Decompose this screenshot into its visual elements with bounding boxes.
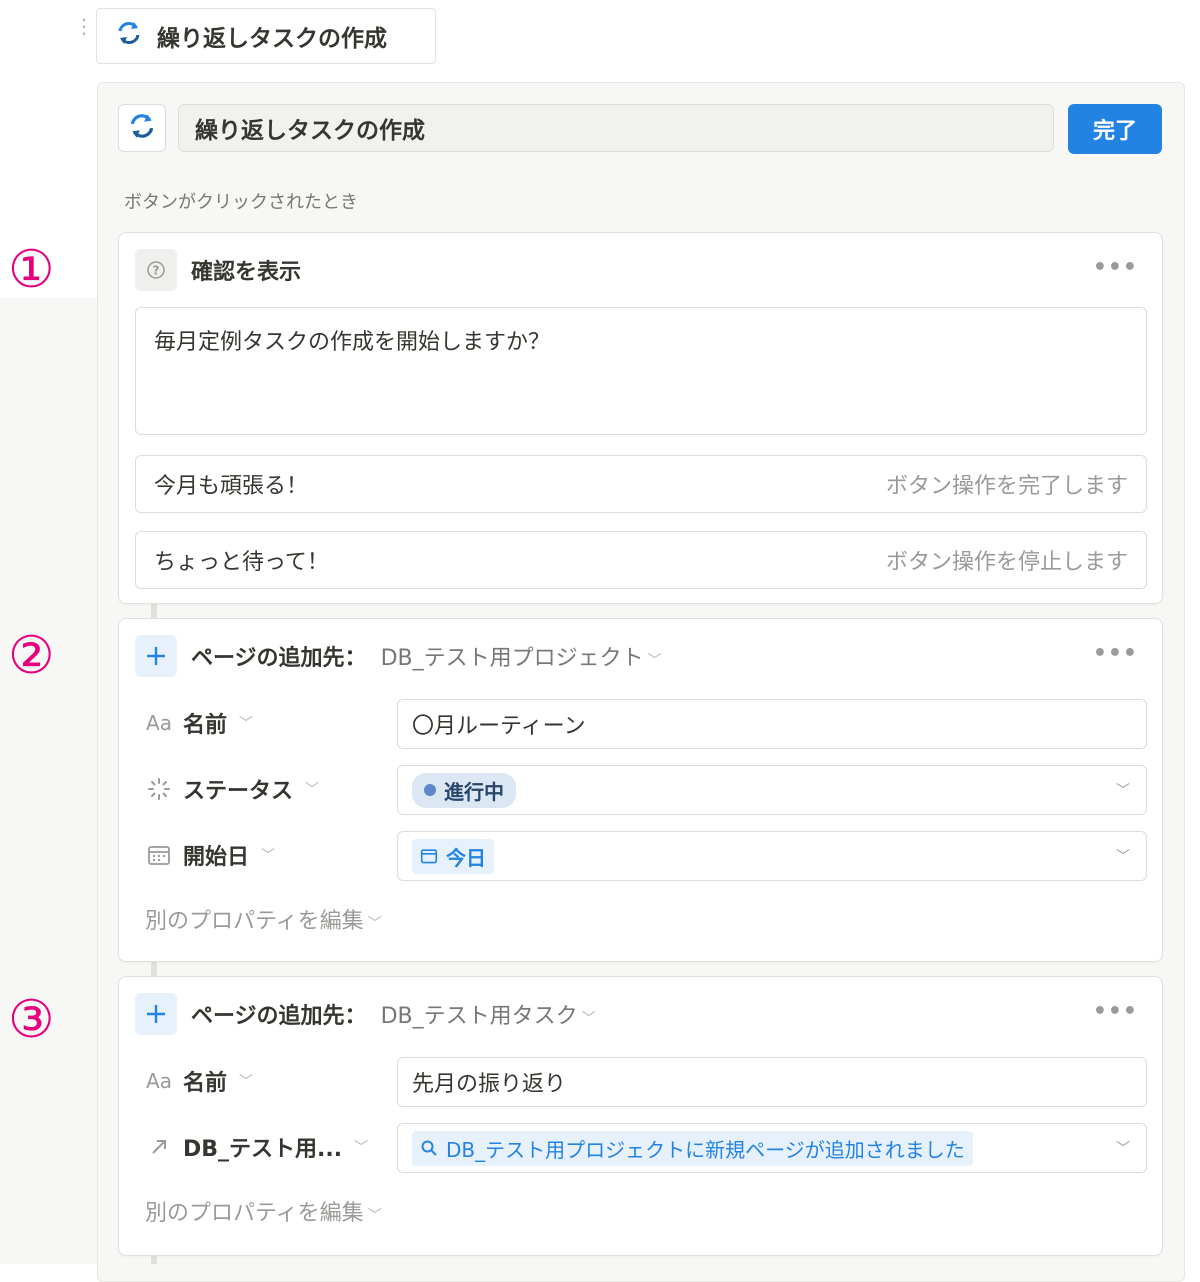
step-connector <box>151 960 157 976</box>
option-hint: ボタン操作を停止します <box>885 550 1128 575</box>
property-label: DB_テスト用... <box>183 1137 343 1162</box>
property-start-date-select[interactable]: 今日 ﹀ <box>397 831 1147 881</box>
chevron-down-icon: ﹀ <box>647 653 662 669</box>
done-button[interactable]: 完了 <box>1068 104 1162 154</box>
property-value-text: 〇月ルーティーン <box>412 714 586 739</box>
target-database-select[interactable]: DB_テスト用プロジェクト ﹀ <box>381 640 662 672</box>
repeat-task-button-label: 繰り返しタスクの作成 <box>157 26 387 52</box>
confirm-step-title: 確認を表示 <box>191 260 302 285</box>
property-label: 開始日 <box>183 845 250 870</box>
drag-handle-icon[interactable]: ⋮ <box>74 16 94 52</box>
chevron-down-icon: ﹀ <box>261 848 276 864</box>
calendar-icon <box>420 849 438 864</box>
plus-icon <box>135 635 177 677</box>
property-name-value[interactable]: 先月の振り返り <box>397 1057 1147 1107</box>
add-page-step-card: ページの追加先： DB_テスト用プロジェクト ﹀ ••• Aa 名前 ﹀ 〇月ルー… <box>118 618 1163 962</box>
button-name-input[interactable] <box>178 104 1054 152</box>
confirm-option-continue[interactable]: 今月も頑張る！ ボタン操作を完了します <box>135 455 1147 513</box>
date-badge: 今日 <box>412 838 494 874</box>
property-label: 名前 <box>183 713 228 738</box>
text-type-icon: Aa <box>146 1069 172 1093</box>
property-label: ステータス <box>183 779 294 804</box>
chevron-down-icon: ﹀ <box>367 1208 382 1224</box>
chevron-down-icon: ﹀ <box>239 716 254 732</box>
target-database-select[interactable]: DB_テスト用タスク ﹀ <box>381 998 596 1030</box>
question-icon: ? <box>135 249 177 291</box>
status-dot <box>424 784 436 796</box>
add-page-header: ページの追加先： DB_テスト用タスク ﹀ <box>135 993 596 1035</box>
search-icon <box>421 1140 437 1156</box>
property-name-label[interactable]: Aa 名前 ﹀ <box>143 1065 253 1097</box>
date-text: 今日 <box>446 845 486 870</box>
chevron-down-icon: ﹀ <box>367 916 382 932</box>
option-label: 今月も頑張る！ <box>154 474 309 499</box>
edit-other-properties[interactable]: 別のプロパティを編集 ﹀ <box>145 903 382 935</box>
chevron-down-icon: ﹀ <box>581 1011 596 1027</box>
svg-text:?: ? <box>153 264 160 278</box>
repeat-icon <box>127 111 157 145</box>
status-text: 進行中 <box>444 779 504 804</box>
target-database-name: DB_テスト用タスク <box>380 1004 578 1029</box>
confirm-step-header: ? 確認を表示 <box>135 249 301 291</box>
more-options-icon[interactable]: ••• <box>1093 255 1138 280</box>
target-database-name: DB_テスト用プロジェクト <box>380 646 644 671</box>
property-value-text: 先月の振り返り <box>412 1072 567 1097</box>
trigger-label: ボタンがクリックされたとき <box>124 192 358 213</box>
option-label: ちょっと待って！ <box>154 550 329 575</box>
relation-text: DB_テスト用プロジェクトに新規ページが追加されました <box>446 1137 965 1162</box>
property-name-label[interactable]: Aa 名前 ﹀ <box>143 707 253 739</box>
property-label: 名前 <box>183 1071 228 1096</box>
chevron-down-icon: ﹀ <box>1116 783 1130 799</box>
property-relation-select[interactable]: DB_テスト用プロジェクトに新規ページが追加されました ﹀ <box>397 1123 1147 1173</box>
step-connector <box>151 602 157 618</box>
confirm-step-card: ? 確認を表示 ••• 毎月定例タスクの作成を開始しますか？ 今月も頑張る！ ボ… <box>118 232 1163 604</box>
add-page-prefix: ページの追加先： <box>191 1004 367 1029</box>
confirm-option-stop[interactable]: ちょっと待って！ ボタン操作を停止します <box>135 531 1147 589</box>
option-hint: ボタン操作を完了します <box>885 474 1128 499</box>
relation-badge: DB_テスト用プロジェクトに新規ページが追加されました <box>412 1130 973 1166</box>
add-page-prefix: ページの追加先： <box>191 646 367 671</box>
property-relation-label[interactable]: DB_テスト用... ﹀ <box>143 1131 368 1163</box>
status-badge: 進行中 <box>412 772 516 808</box>
status-spinner-icon <box>143 777 175 801</box>
relation-arrow-icon <box>143 1137 175 1157</box>
chevron-down-icon: ﹀ <box>239 1074 254 1090</box>
more-options-icon[interactable]: ••• <box>1093 999 1138 1024</box>
chevron-down-icon: ﹀ <box>354 1140 369 1156</box>
chevron-down-icon: ﹀ <box>305 782 320 798</box>
property-status-select[interactable]: 進行中 ﹀ <box>397 765 1147 815</box>
chevron-down-icon: ﹀ <box>1116 1141 1130 1157</box>
confirm-message-field[interactable]: 毎月定例タスクの作成を開始しますか？ <box>135 307 1147 435</box>
step-marker-3: ③ <box>8 990 55 1050</box>
repeat-icon <box>115 19 143 53</box>
step-marker-1: ① <box>8 240 55 300</box>
left-gutter <box>0 298 97 1264</box>
edit-other-properties[interactable]: 別のプロパティを編集 ﹀ <box>145 1195 382 1227</box>
property-status-label[interactable]: ステータス ﹀ <box>143 773 319 805</box>
chevron-down-icon: ﹀ <box>1116 849 1130 865</box>
plus-icon <box>135 993 177 1035</box>
step-marker-2: ② <box>8 626 55 686</box>
add-page-header: ページの追加先： DB_テスト用プロジェクト ﹀ <box>135 635 662 677</box>
calendar-icon <box>143 844 175 866</box>
add-page-step-card: ページの追加先： DB_テスト用タスク ﹀ ••• Aa 名前 ﹀ 先月の振り返り… <box>118 976 1163 1256</box>
repeat-task-button[interactable]: 繰り返しタスクの作成 <box>96 8 436 64</box>
edit-other-properties-label: 別のプロパティを編集 <box>145 1201 364 1226</box>
property-start-date-label[interactable]: 開始日 ﹀ <box>143 839 275 871</box>
edit-other-properties-label: 別のプロパティを編集 <box>145 909 364 934</box>
more-options-icon[interactable]: ••• <box>1093 641 1138 666</box>
text-type-icon: Aa <box>146 711 172 735</box>
property-name-value[interactable]: 〇月ルーティーン <box>397 699 1147 749</box>
button-icon-picker[interactable] <box>118 104 166 152</box>
